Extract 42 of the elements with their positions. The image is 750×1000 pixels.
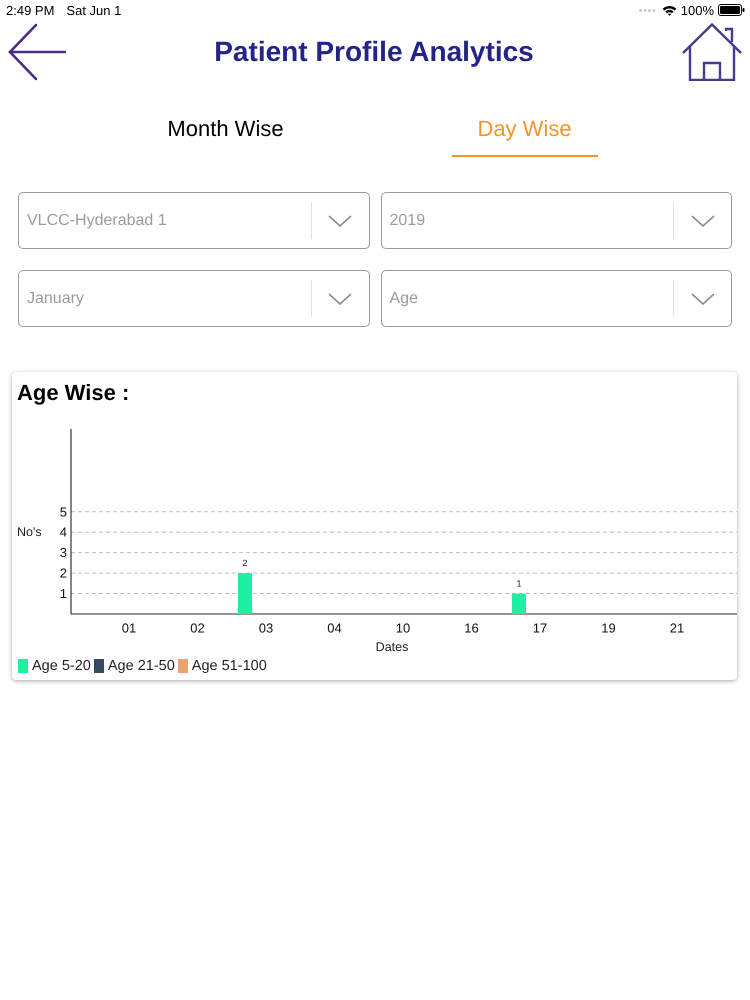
x-tick-label: 10 (396, 620, 410, 636)
chevron-down-icon (690, 292, 714, 304)
signal-dots-icon (638, 8, 656, 12)
dropdown-select[interactable]: January (18, 270, 370, 327)
legend-label: Age 51-100 (192, 657, 267, 675)
bar-value-label: 1 (516, 578, 522, 589)
y-tick-label: 3 (60, 545, 67, 560)
home-icon[interactable] (682, 23, 742, 81)
chart-title: Age Wise : (16, 380, 130, 406)
y-tick-label: 5 (60, 504, 67, 520)
battery-icon (718, 4, 745, 16)
x-tick-label: 16 (464, 620, 479, 636)
chevron-down-icon (328, 214, 352, 226)
bar (238, 573, 252, 614)
x-axis-title: Dates (376, 640, 408, 654)
x-tick-label: 21 (670, 620, 684, 636)
x-tick-label: 02 (190, 620, 205, 636)
x-tick-label: 17 (532, 620, 548, 636)
y-tick-label: 1 (60, 586, 67, 602)
legend-label: Age 21-50 (108, 657, 175, 675)
x-tick-label: 04 (327, 620, 342, 636)
y-tick-label: 4 (60, 524, 67, 540)
tab[interactable]: Month Wise (152, 116, 298, 157)
dropdown-select[interactable]: VLCC-Hyderabad 1 (18, 192, 370, 249)
bar-value-label: 2 (242, 558, 248, 568)
y-axis-title: No's (17, 525, 42, 540)
status-time: 2:49 PM (6, 2, 54, 18)
status-date: Sat Jun 1 (66, 2, 122, 18)
chevron-down-icon (690, 214, 714, 226)
chevron-down-icon (328, 292, 352, 304)
tab[interactable]: Day Wise (452, 116, 598, 157)
page-title: Patient Profile Analytics (214, 36, 534, 68)
y-tick-label: 2 (60, 566, 67, 581)
x-tick-label: 19 (601, 620, 616, 636)
wifi-icon (662, 4, 677, 16)
dropdown-select[interactable]: Age (380, 270, 732, 327)
x-tick-label: 01 (122, 620, 136, 636)
legend-label: Age 5-20 (32, 657, 91, 675)
battery-percent: 100% (680, 2, 714, 18)
bar (512, 594, 526, 614)
x-tick-label: 03 (258, 620, 274, 636)
dropdown-select[interactable]: 2019 (380, 192, 732, 249)
